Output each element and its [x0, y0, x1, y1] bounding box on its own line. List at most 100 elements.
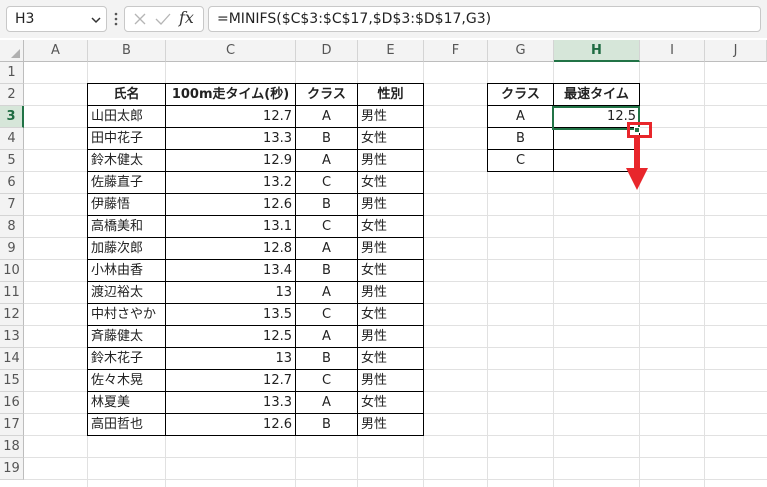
main-table-cell[interactable]: 13.3 — [166, 392, 295, 414]
fx-icon[interactable]: fx — [179, 8, 194, 27]
main-table-cell[interactable]: 女性 — [358, 304, 423, 326]
row-header-12[interactable]: 12 — [0, 304, 24, 326]
chevron-down-icon[interactable] — [90, 14, 102, 26]
main-table-cell[interactable]: C — [296, 304, 357, 326]
summary-table-cell[interactable]: B — [488, 128, 553, 150]
summary-table-cell[interactable]: A — [488, 106, 553, 128]
main-table-cell[interactable]: A — [296, 282, 357, 304]
column-header-b[interactable]: B — [88, 40, 166, 62]
main-table-cell[interactable]: 中村さやか — [88, 304, 165, 326]
main-table-cell[interactable]: 佐藤直子 — [88, 172, 165, 194]
main-table-cell[interactable]: 12.7 — [166, 370, 295, 392]
main-table-cell[interactable]: 男性 — [358, 238, 423, 260]
main-table-cell[interactable]: 男性 — [358, 414, 423, 436]
row-header-15[interactable]: 15 — [0, 370, 24, 392]
main-table-cell[interactable]: A — [296, 392, 357, 414]
main-table-cell[interactable]: 女性 — [358, 260, 423, 282]
row-header-19[interactable]: 19 — [0, 458, 24, 480]
main-table-cell[interactable]: A — [296, 238, 357, 260]
main-table-cell[interactable]: 佐々木晃 — [88, 370, 165, 392]
main-table-cell[interactable]: 高田哲也 — [88, 414, 165, 436]
main-table-cell[interactable]: 12.6 — [166, 194, 295, 216]
main-table-cell[interactable]: 女性 — [358, 392, 423, 414]
main-table-cell[interactable]: 伊藤悟 — [88, 194, 165, 216]
main-table-cell[interactable]: 12.5 — [166, 326, 295, 348]
main-table-cell[interactable]: B — [296, 260, 357, 282]
row-header-11[interactable]: 11 — [0, 282, 24, 304]
row-header-18[interactable]: 18 — [0, 436, 24, 458]
row-header-14[interactable]: 14 — [0, 348, 24, 370]
main-table-cell[interactable]: 13.3 — [166, 128, 295, 150]
main-table-cell[interactable]: 渡辺裕太 — [88, 282, 165, 304]
main-table-cell[interactable]: 12.8 — [166, 238, 295, 260]
main-table-cell[interactable]: 田中花子 — [88, 128, 165, 150]
select-all-button[interactable] — [0, 40, 24, 62]
row-header-1[interactable]: 1 — [0, 62, 24, 84]
column-header-d[interactable]: D — [296, 40, 358, 62]
main-table-cell[interactable]: 斉藤健太 — [88, 326, 165, 348]
main-table-cell[interactable]: A — [296, 150, 357, 172]
row-header-13[interactable]: 13 — [0, 326, 24, 348]
main-table-cell[interactable]: 女性 — [358, 216, 423, 238]
main-table-cell[interactable]: B — [296, 348, 357, 370]
main-table-cell[interactable]: 鈴木花子 — [88, 348, 165, 370]
main-table-cell[interactable]: A — [296, 326, 357, 348]
main-table-cell[interactable]: 女性 — [358, 128, 423, 150]
column-header-j[interactable]: J — [705, 40, 767, 62]
row-header-2[interactable]: 2 — [0, 84, 24, 106]
main-table-cell[interactable]: 男性 — [358, 194, 423, 216]
row-header-9[interactable]: 9 — [0, 238, 24, 260]
name-box[interactable]: H3 — [6, 6, 107, 32]
row-header-4[interactable]: 4 — [0, 128, 24, 150]
row-header-8[interactable]: 8 — [0, 216, 24, 238]
main-table-cell[interactable]: 女性 — [358, 348, 423, 370]
main-table-cell[interactable]: C — [296, 216, 357, 238]
main-table-cell[interactable]: 山田太郎 — [88, 106, 165, 128]
row-header-17[interactable]: 17 — [0, 414, 24, 436]
main-table-cell[interactable]: 13 — [166, 348, 295, 370]
column-header-g[interactable]: G — [488, 40, 554, 62]
row-header-7[interactable]: 7 — [0, 194, 24, 216]
main-table-cell[interactable]: B — [296, 414, 357, 436]
main-table-cell[interactable]: 男性 — [358, 326, 423, 348]
column-header-e[interactable]: E — [358, 40, 424, 62]
main-table-cell[interactable]: 鈴木健太 — [88, 150, 165, 172]
vertical-dots-icon[interactable] — [114, 12, 118, 26]
column-header-i[interactable]: I — [640, 40, 705, 62]
main-table-cell[interactable]: 加藤次郎 — [88, 238, 165, 260]
column-header-h[interactable]: H — [554, 40, 640, 62]
main-table-cell[interactable]: C — [296, 370, 357, 392]
main-table-cell[interactable]: 男性 — [358, 370, 423, 392]
main-table-cell[interactable]: 女性 — [358, 172, 423, 194]
row-header-16[interactable]: 16 — [0, 392, 24, 414]
column-header-a[interactable]: A — [24, 40, 88, 62]
main-table-cell[interactable]: 13.1 — [166, 216, 295, 238]
cancel-x-icon[interactable] — [133, 12, 147, 26]
main-table-cell[interactable]: 男性 — [358, 150, 423, 172]
main-table-cell[interactable]: 12.6 — [166, 414, 295, 436]
summary-table-cell[interactable]: C — [488, 150, 553, 172]
main-table-cell[interactable]: 男性 — [358, 106, 423, 128]
row-header-3[interactable]: 3 — [0, 106, 24, 128]
main-table-cell[interactable]: 13.4 — [166, 260, 295, 282]
fill-handle[interactable] — [634, 127, 640, 133]
main-table-cell[interactable]: 小林由香 — [88, 260, 165, 282]
main-table-cell[interactable]: 13 — [166, 282, 295, 304]
column-header-c[interactable]: C — [166, 40, 296, 62]
main-table-cell[interactable]: B — [296, 128, 357, 150]
row-header-6[interactable]: 6 — [0, 172, 24, 194]
column-header-f[interactable]: F — [424, 40, 488, 62]
main-table-cell[interactable]: A — [296, 106, 357, 128]
main-table-cell[interactable]: 男性 — [358, 282, 423, 304]
check-icon[interactable] — [155, 12, 171, 26]
main-table-cell[interactable]: 林夏美 — [88, 392, 165, 414]
main-table-cell[interactable]: 12.9 — [166, 150, 295, 172]
main-table-cell[interactable]: 13.2 — [166, 172, 295, 194]
main-table-cell[interactable]: 高橋美和 — [88, 216, 165, 238]
main-table-cell[interactable]: B — [296, 194, 357, 216]
main-table-cell[interactable]: 12.7 — [166, 106, 295, 128]
main-table-cell[interactable]: C — [296, 172, 357, 194]
row-header-5[interactable]: 5 — [0, 150, 24, 172]
formula-input[interactable]: =MINIFS($C$3:$C$17,$D$3:$D$17,G3) — [208, 6, 761, 32]
row-header-10[interactable]: 10 — [0, 260, 24, 282]
